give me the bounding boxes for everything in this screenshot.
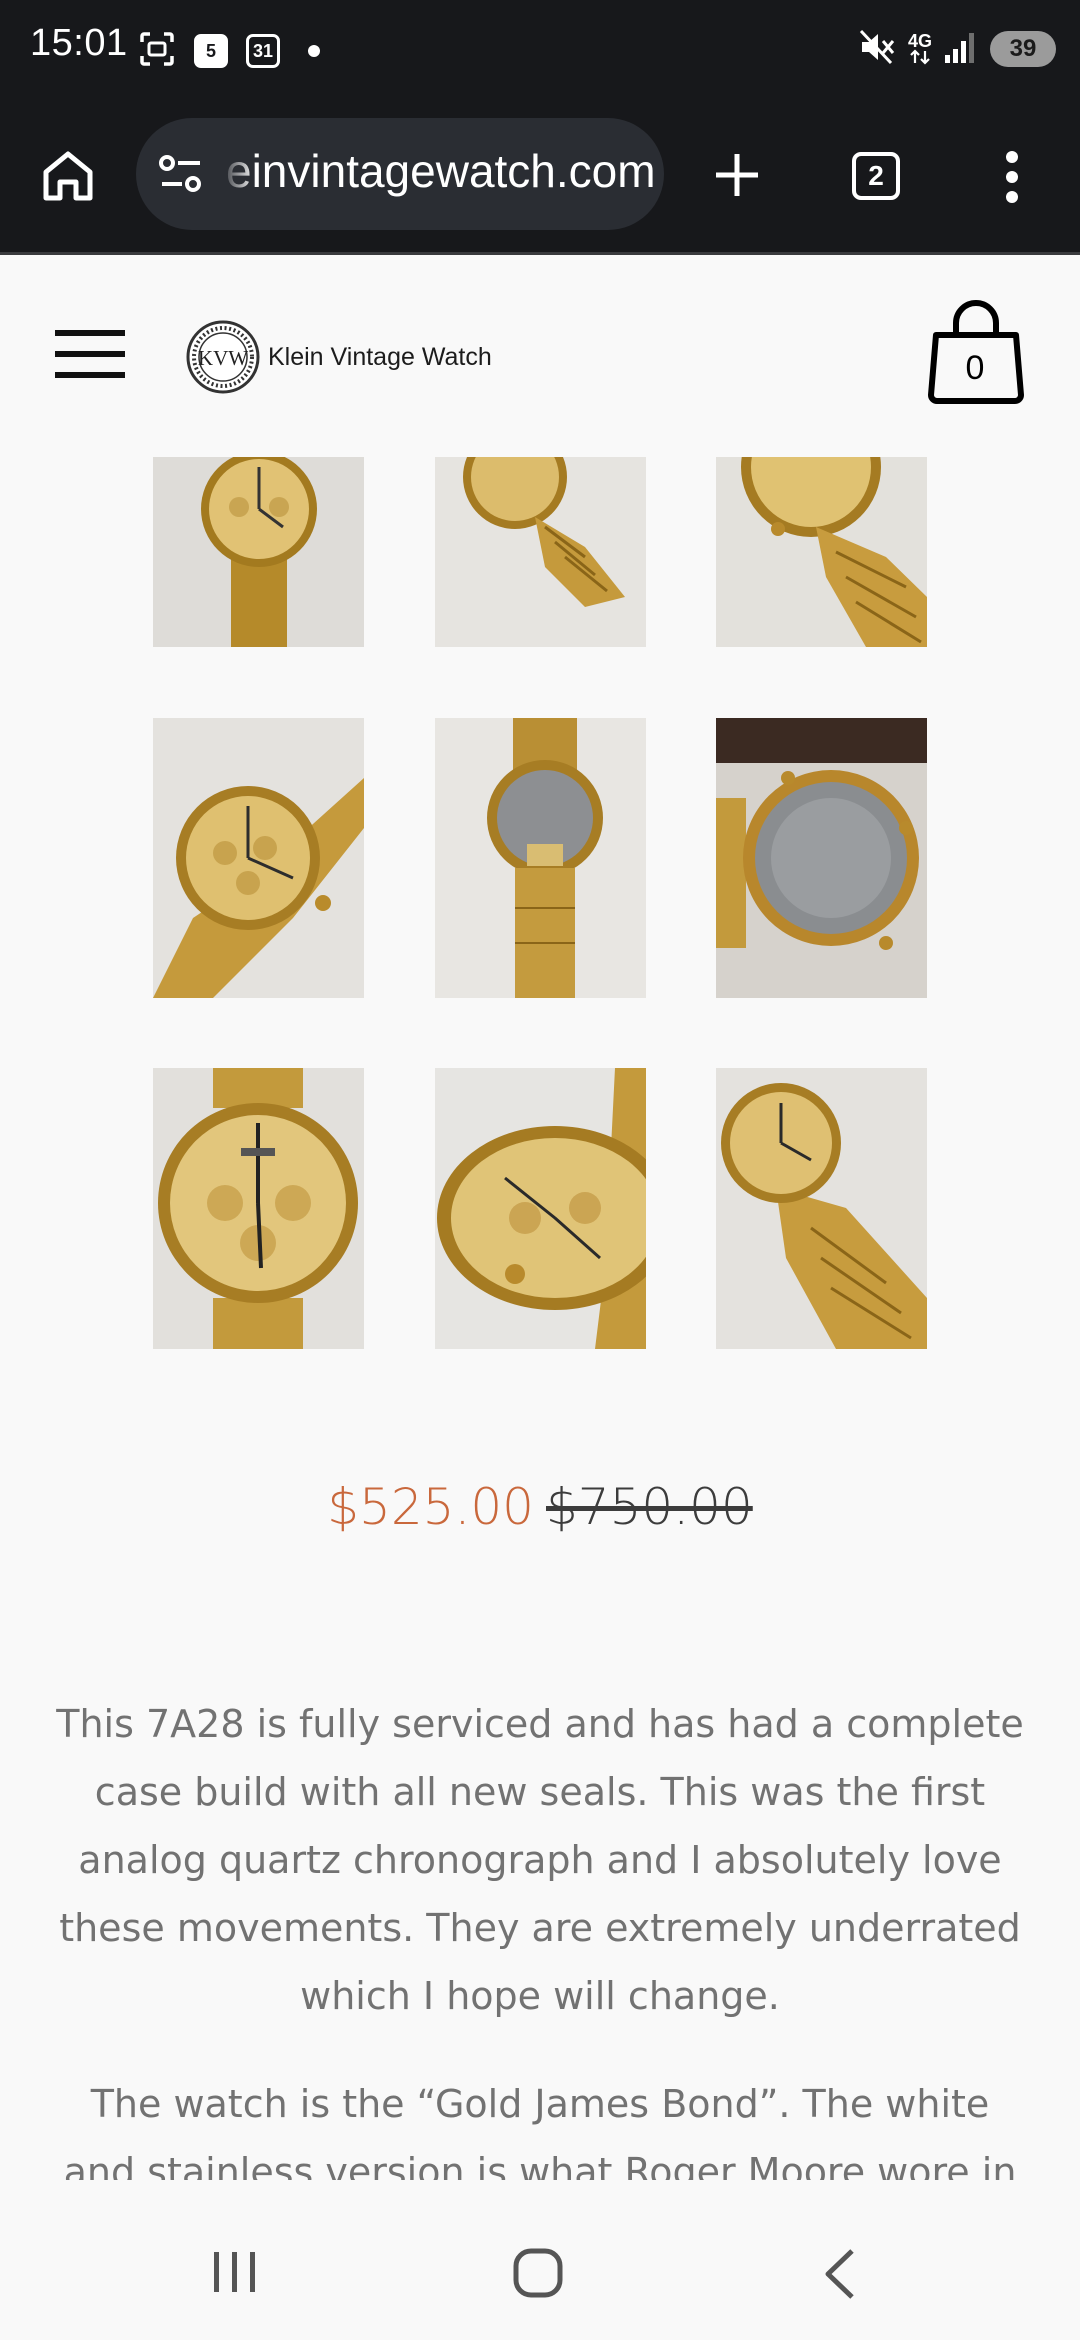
original-price: $750.00 bbox=[546, 1478, 753, 1536]
sale-price: $525.00 bbox=[327, 1478, 534, 1536]
cart-count: 0 bbox=[965, 349, 985, 387]
logo-letters: KVW bbox=[198, 346, 248, 370]
browser-toolbar: einvintagewatch.com 2 bbox=[0, 100, 1080, 255]
product-price: $525.00 $750.00 bbox=[0, 1478, 1080, 1536]
product-image-4[interactable] bbox=[153, 718, 364, 998]
tune-icon[interactable] bbox=[158, 152, 204, 200]
more-vert-icon[interactable] bbox=[1000, 150, 1024, 208]
plus-icon[interactable] bbox=[712, 150, 762, 204]
mute-icon bbox=[858, 28, 896, 70]
home-icon[interactable] bbox=[40, 148, 96, 208]
url-fade bbox=[220, 118, 256, 230]
home-nav-icon[interactable] bbox=[513, 2248, 563, 2302]
site-header: KVW Klein Vintage Watch 0 bbox=[0, 255, 1080, 455]
calendar-day-icon: 5 bbox=[194, 34, 228, 68]
product-image-3[interactable] bbox=[716, 457, 927, 647]
address-bar[interactable]: einvintagewatch.com bbox=[136, 118, 664, 230]
url-text: einvintagewatch.com bbox=[226, 145, 656, 197]
product-image-2[interactable] bbox=[435, 457, 646, 647]
calendar-icon: 31 bbox=[246, 34, 280, 68]
battery-indicator: 39 bbox=[990, 31, 1056, 67]
product-image-1[interactable] bbox=[153, 457, 364, 647]
back-icon[interactable] bbox=[822, 2248, 858, 2304]
product-description: This 7A28 is fully serviced and has had … bbox=[0, 1690, 1080, 2180]
recent-apps-icon[interactable] bbox=[212, 2250, 258, 2298]
signal-icon bbox=[944, 29, 978, 69]
status-system-icons: 4G 39 bbox=[858, 28, 1056, 70]
status-bar: 15:01 5 31 4G 39 bbox=[0, 0, 1080, 100]
product-image-7[interactable] bbox=[153, 1068, 364, 1349]
tab-switcher-button[interactable]: 2 bbox=[852, 152, 900, 200]
status-notification-icons: 5 31 bbox=[138, 30, 320, 72]
brand-name[interactable]: Klein Vintage Watch bbox=[268, 343, 492, 372]
screenshot-icon bbox=[138, 30, 176, 72]
status-time: 15:01 bbox=[30, 22, 128, 64]
product-image-9[interactable] bbox=[716, 1068, 927, 1349]
brand-logo[interactable]: KVW bbox=[185, 319, 261, 399]
system-nav-bar bbox=[0, 2200, 1080, 2340]
description-paragraph-2: The watch is the “Gold James Bond”. The … bbox=[63, 2082, 1017, 2180]
product-image-8[interactable] bbox=[435, 1068, 646, 1349]
product-image-6[interactable] bbox=[716, 718, 927, 998]
product-image-5[interactable] bbox=[435, 718, 646, 998]
hamburger-icon[interactable] bbox=[55, 328, 125, 384]
more-notifications-dot bbox=[308, 45, 320, 57]
description-paragraph-1: This 7A28 is fully serviced and has had … bbox=[56, 1702, 1024, 2018]
network-4g-icon: 4G bbox=[908, 32, 932, 65]
